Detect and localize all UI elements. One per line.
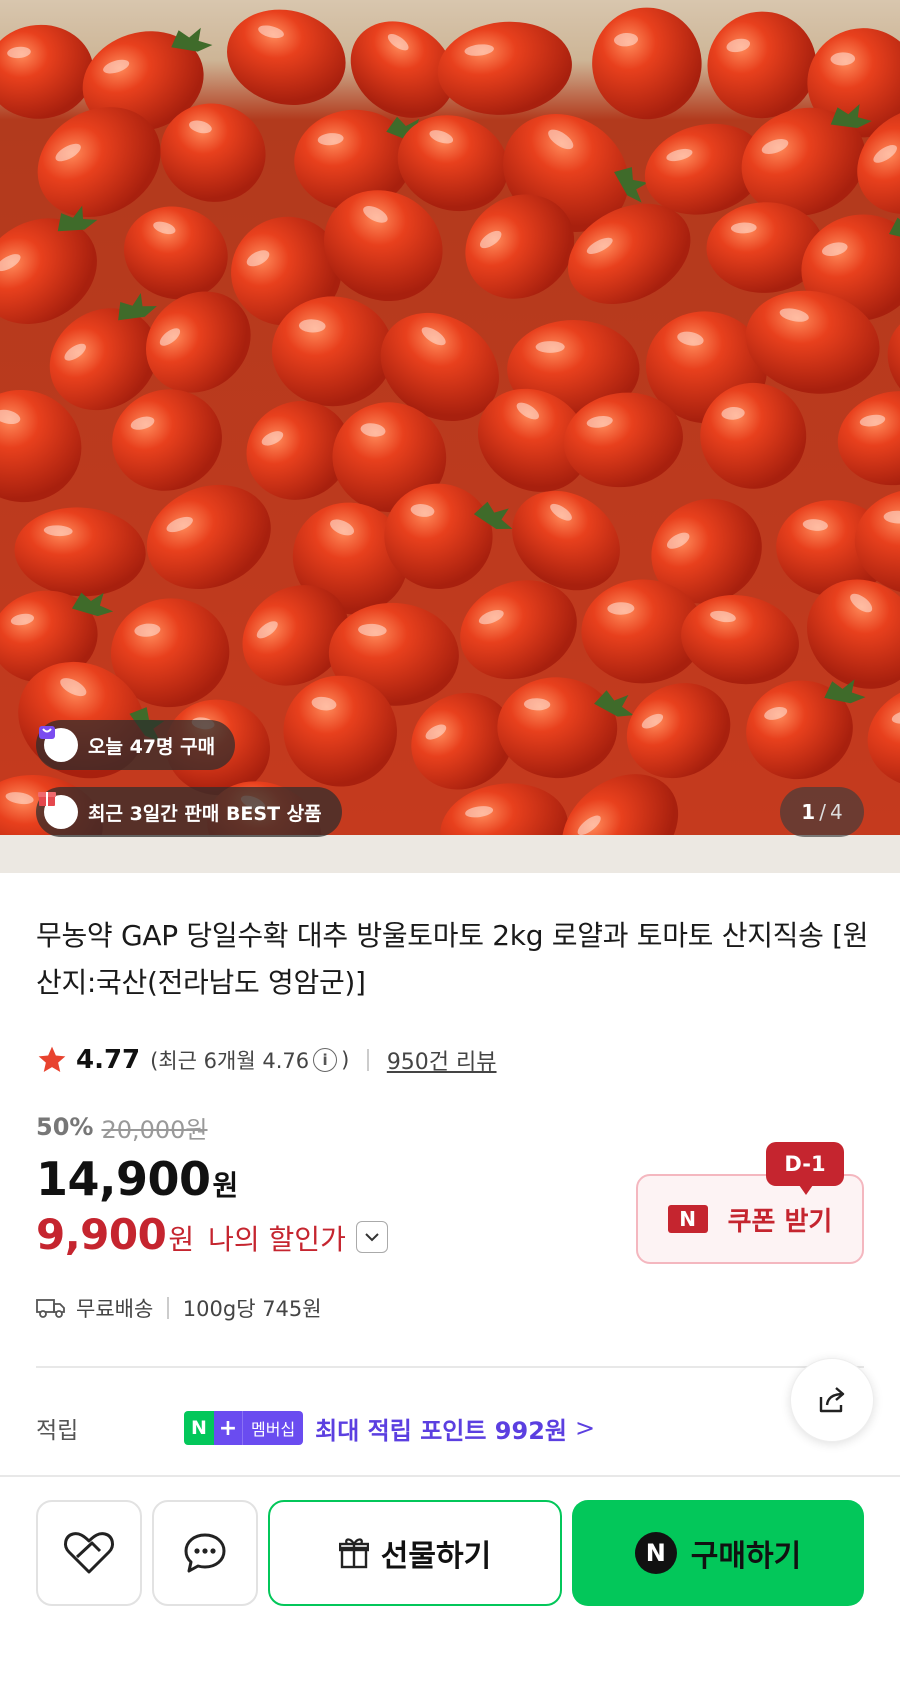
sale-price-currency: 원 bbox=[212, 1169, 239, 1202]
tomato bbox=[0, 24, 94, 119]
shopping-bag-icon bbox=[39, 726, 78, 762]
page-total: 4 bbox=[829, 800, 843, 824]
recent-rating: (최근 6개월 4.76 i ) bbox=[150, 1045, 349, 1075]
tomato bbox=[14, 507, 146, 597]
tomato-highlight bbox=[535, 341, 565, 353]
info-icon[interactable]: i bbox=[313, 1048, 338, 1072]
share-button[interactable] bbox=[790, 1358, 874, 1442]
recent-rating-suffix: ) bbox=[341, 1048, 350, 1072]
wishlist-button[interactable] bbox=[36, 1500, 142, 1606]
share-icon bbox=[819, 1387, 845, 1413]
coupon-label: 쿠폰 받기 bbox=[727, 1206, 833, 1237]
badge-text: 멤버십 bbox=[242, 1411, 304, 1445]
bottom-bar-divider bbox=[0, 1475, 900, 1477]
image-page-counter: 1 / 4 bbox=[780, 787, 864, 837]
naver-pay-icon: N bbox=[634, 1532, 677, 1574]
free-shipping-text: 무료배송 bbox=[76, 1297, 154, 1321]
purchases-today-badge: 오늘 47명 구매 bbox=[36, 720, 236, 770]
max-points-text: 최대 적립 포인트 992원 bbox=[315, 1416, 567, 1445]
gift-box-icon bbox=[38, 792, 78, 829]
talktalk-chat-button[interactable] bbox=[152, 1500, 258, 1606]
chevron-down-icon[interactable] bbox=[355, 1221, 388, 1253]
product-image-carousel[interactable]: 오늘 47명 구매 최근 3일간 판매 BEST 상품 1 / 4 bbox=[0, 0, 900, 873]
best-product-badge: 최근 3일간 판매 BEST 상품 bbox=[36, 787, 342, 837]
gift-icon bbox=[338, 1538, 369, 1569]
dday-badge: D-1 bbox=[766, 1142, 844, 1195]
naver-membership-badge: N + 멤버십 bbox=[184, 1411, 304, 1445]
points-label: 적립 bbox=[36, 1418, 79, 1444]
buy-label: 구매하기 bbox=[690, 1539, 802, 1574]
original-price: 20,000원 bbox=[101, 1115, 208, 1144]
recent-rating-prefix: (최근 6개월 4.76 bbox=[150, 1049, 310, 1073]
photo-box-edge bbox=[0, 835, 900, 873]
chevron-right-icon: > bbox=[574, 1414, 596, 1442]
naver-coupon-icon: N bbox=[667, 1205, 708, 1233]
truck-icon bbox=[36, 1299, 65, 1318]
price-block: 50% 20,000원 14,900 원 9,900 원 나의 할인가 bbox=[36, 1110, 388, 1264]
my-discount-price[interactable]: 9,900 원 나의 할인가 bbox=[36, 1210, 388, 1264]
tomato bbox=[867, 682, 900, 789]
discount-percent: 50% bbox=[36, 1113, 94, 1141]
rating-score: 4.77 bbox=[76, 1045, 141, 1075]
page-current: 1 bbox=[801, 800, 816, 824]
product-title: 무농약 GAP 당일수확 대추 방울토마토 2kg 로얄과 토마토 산지직송 [… bbox=[36, 919, 869, 999]
buy-button[interactable]: N 구매하기 bbox=[572, 1500, 864, 1606]
my-price-value: 9,900 bbox=[36, 1210, 167, 1259]
badge-plus: + bbox=[214, 1411, 242, 1445]
tomato bbox=[497, 677, 618, 779]
tomato bbox=[437, 21, 572, 115]
discount-line: 50% 20,000원 bbox=[36, 1110, 388, 1144]
heart-icon bbox=[64, 1532, 114, 1574]
star-icon bbox=[38, 1046, 66, 1072]
my-price-label: 나의 할인가 bbox=[208, 1223, 346, 1256]
rating-row: 4.77 (최근 6개월 4.76 i ) 950건 리뷰 bbox=[36, 1040, 497, 1080]
best-product-text: 최근 3일간 판매 BEST 상품 bbox=[88, 802, 322, 825]
tomato bbox=[592, 7, 702, 120]
divider bbox=[367, 1049, 369, 1071]
sale-price: 14,900 원 bbox=[36, 1152, 388, 1206]
unit-price-text: 100g당 745원 bbox=[182, 1297, 322, 1321]
tomato bbox=[837, 391, 900, 486]
points-row[interactable]: 적립 N + 멤버십 최대 적립 포인트 992원 > bbox=[36, 1404, 776, 1452]
sale-price-value: 14,900 bbox=[36, 1152, 211, 1206]
page-separator: / bbox=[819, 800, 826, 824]
gift-label: 선물하기 bbox=[380, 1539, 492, 1574]
shipping-row: 무료배송 100g당 745원 bbox=[36, 1290, 322, 1326]
review-count-link[interactable]: 950건 리뷰 bbox=[387, 1044, 497, 1076]
badge-n: N bbox=[184, 1411, 214, 1445]
tomato bbox=[746, 680, 853, 780]
coupon-button[interactable]: N 쿠폰 받기 bbox=[636, 1174, 864, 1264]
tomato bbox=[227, 9, 346, 105]
chat-bubble-icon bbox=[184, 1533, 226, 1573]
section-divider bbox=[36, 1366, 864, 1368]
divider bbox=[167, 1297, 169, 1319]
my-price-currency: 원 bbox=[168, 1223, 195, 1256]
gift-button[interactable]: 선물하기 bbox=[268, 1500, 562, 1606]
purchases-today-text: 오늘 47명 구매 bbox=[88, 735, 216, 758]
